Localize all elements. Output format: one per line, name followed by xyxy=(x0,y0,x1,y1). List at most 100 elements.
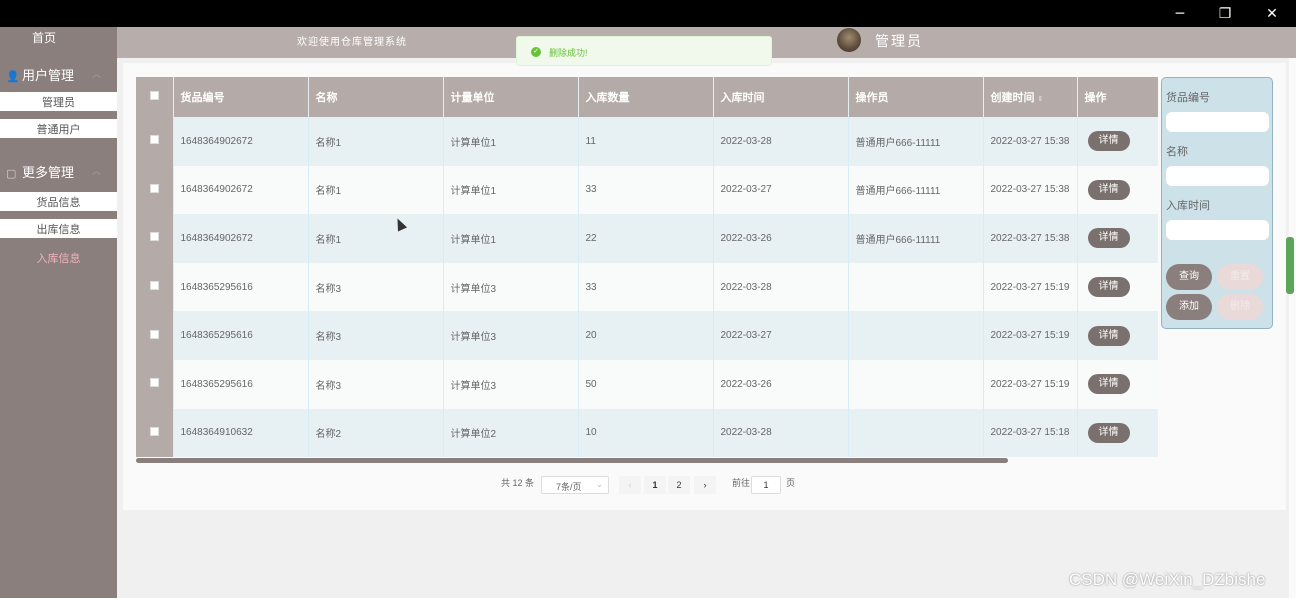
search-name-label: 名称 xyxy=(1166,146,1188,158)
table-row[interactable]: 1648365295616 名称3 计算单位3 50 2022-03-26 2022-03… xyxy=(136,359,1158,409)
search-goods-id-label: 货品编号 xyxy=(1166,92,1210,104)
page-button-2[interactable]: 2 xyxy=(668,476,690,494)
sidebar: 首页 👤 用户管理 ︿ 管理员 普通用户 ▢ 更多管理 ︿ 货品信息 出库信息 入库… xyxy=(0,27,117,598)
table-row[interactable]: 1648364910632 名称2 计算单位2 10 2022-03-28 2022-03… xyxy=(136,408,1158,458)
table-cell: 2022-03-27 15:19 xyxy=(983,262,1078,312)
table-cell: 2022-03-27 15:18 xyxy=(983,408,1078,458)
detail-button[interactable]: 详情 xyxy=(1087,277,1130,298)
row-checkbox[interactable] xyxy=(136,408,174,458)
table-cell: 2022-03-27 15:38 xyxy=(983,117,1078,166)
search-goods-id-input[interactable] xyxy=(1166,112,1269,132)
add-button[interactable]: 添加 xyxy=(1166,294,1212,320)
table-cell: 2022-03-26 xyxy=(713,359,849,409)
sidebar-item-admin[interactable]: 管理员 xyxy=(0,92,117,114)
table-cell: 2022-03-27 15:19 xyxy=(983,311,1078,360)
avatar[interactable] xyxy=(837,28,861,52)
table-row[interactable]: 1648365295616 名称3 计算单位3 33 2022-03-28 2022-03… xyxy=(136,262,1158,312)
table-row[interactable]: 1648364902672 名称1 计算单位1 33 2022-03-27 普通用户666… xyxy=(136,165,1158,215)
sidebar-item-home[interactable]: 首页 xyxy=(0,29,88,46)
column-header: 名称 xyxy=(308,77,444,117)
sidebar-group-user-management[interactable]: 👤 用户管理 ︿ xyxy=(6,65,101,84)
detail-button[interactable]: 详情 xyxy=(1087,374,1130,395)
table-cell: 2022-03-27 xyxy=(713,165,849,215)
row-checkbox[interactable] xyxy=(136,117,174,166)
sort-icon[interactable]: ⇕ xyxy=(1038,96,1044,103)
sidebar-group-more-management[interactable]: ▢ 更多管理 ︿ xyxy=(6,162,101,181)
sidebar-item-inbound-info[interactable]: 入库信息 xyxy=(0,248,117,270)
table-row[interactable]: 1648364902672 名称1 计算单位1 11 2022-03-28 普通用户666… xyxy=(136,117,1158,166)
table-cell xyxy=(848,262,984,312)
action-cell: 详情 xyxy=(1077,311,1158,360)
table-cell: 2022-03-27 15:38 xyxy=(983,165,1078,215)
page-scrollbar[interactable] xyxy=(1289,58,1296,598)
search-time-input[interactable] xyxy=(1166,220,1269,240)
column-header: 货品编号 xyxy=(173,77,309,117)
table-cell: 普通用户666-11111 xyxy=(848,117,984,166)
table-header-row: 货品编号 名称 计量单位 入库数量 入库时间 操作员 创建时间 ⇕ 操作 xyxy=(136,77,1158,117)
sidebar-group-label: 更多管理 xyxy=(22,165,75,180)
table-cell: 1648364902672 xyxy=(173,214,309,263)
table-cell: 计算单位2 xyxy=(443,408,579,458)
detail-button[interactable]: 详情 xyxy=(1087,422,1130,443)
table-cell: 计算单位3 xyxy=(443,262,579,312)
table-cell: 普通用户666-11111 xyxy=(848,165,984,215)
goto-suffix: 页 xyxy=(786,478,796,488)
action-cell: 详情 xyxy=(1077,359,1158,409)
detail-button[interactable]: 详情 xyxy=(1087,325,1130,346)
table-cell: 计算单位1 xyxy=(443,165,579,215)
row-checkbox[interactable] xyxy=(136,359,174,409)
table-cell: 计算单位1 xyxy=(443,214,579,263)
column-header-created-time[interactable]: 创建时间 ⇕ xyxy=(983,77,1078,117)
page-button-1[interactable]: 1 xyxy=(644,476,666,494)
table-cell xyxy=(848,311,984,360)
detail-button[interactable]: 详情 xyxy=(1087,131,1130,152)
table-row[interactable]: 1648365295616 名称3 计算单位3 20 2022-03-27 2022-03… xyxy=(136,311,1158,360)
close-icon[interactable]: ✕ xyxy=(1252,3,1292,25)
prev-page-button[interactable]: ‹ xyxy=(619,476,641,494)
row-checkbox[interactable] xyxy=(136,214,174,263)
reset-button[interactable]: 重置 xyxy=(1217,264,1263,290)
detail-button[interactable]: 详情 xyxy=(1087,228,1130,249)
minimize-icon[interactable]: ─ xyxy=(1160,3,1200,25)
query-button[interactable]: 查询 xyxy=(1166,264,1212,290)
table-cell: 名称3 xyxy=(308,359,444,409)
current-user-label[interactable]: 管理员 xyxy=(875,31,923,51)
row-checkbox[interactable] xyxy=(136,311,174,360)
table-cell: 名称2 xyxy=(308,408,444,458)
table-cell: 2022-03-27 xyxy=(713,311,849,360)
sidebar-item-normal-user[interactable]: 普通用户 xyxy=(0,119,117,141)
row-checkbox[interactable] xyxy=(136,165,174,215)
detail-button[interactable]: 详情 xyxy=(1087,179,1130,200)
goto-page-input[interactable]: 1 xyxy=(751,476,781,494)
column-header: 入库时间 xyxy=(713,77,849,117)
table-cell: 名称1 xyxy=(308,165,444,215)
table-row[interactable]: 1648364902672 名称1 计算单位1 22 2022-03-26 普通用户666… xyxy=(136,214,1158,263)
row-checkbox[interactable] xyxy=(136,262,174,312)
table-cell: 1648365295616 xyxy=(173,262,309,312)
table-cell: 名称1 xyxy=(308,117,444,166)
next-page-button[interactable]: › xyxy=(694,476,716,494)
delete-button[interactable]: 删除 xyxy=(1217,294,1263,320)
page-size-select[interactable]: 7条/页 ⌄ xyxy=(541,476,609,494)
table-cell: 33 xyxy=(578,165,714,215)
search-name-input[interactable] xyxy=(1166,166,1269,186)
table-cell xyxy=(848,359,984,409)
page-size-value: 7条/页 xyxy=(556,482,582,492)
horizontal-scrollbar[interactable] xyxy=(136,458,1008,463)
table-cell xyxy=(848,408,984,458)
table-cell: 名称1 xyxy=(308,214,444,263)
page-scrollbar-thumb[interactable] xyxy=(1286,237,1294,294)
restore-icon[interactable]: ❐ xyxy=(1205,3,1245,25)
column-header: 计量单位 xyxy=(443,77,579,117)
action-cell: 详情 xyxy=(1077,165,1158,215)
table-cell: 33 xyxy=(578,262,714,312)
column-header: 操作员 xyxy=(848,77,984,117)
action-cell: 详情 xyxy=(1077,214,1158,263)
table-cell: 名称3 xyxy=(308,262,444,312)
table-cell: 1648364902672 xyxy=(173,165,309,215)
sidebar-item-outbound-info[interactable]: 出库信息 xyxy=(0,219,117,241)
select-all-checkbox[interactable] xyxy=(136,77,174,117)
column-header: 入库数量 xyxy=(578,77,714,117)
sidebar-item-goods-info[interactable]: 货品信息 xyxy=(0,192,117,214)
table-cell: 普通用户666-11111 xyxy=(848,214,984,263)
